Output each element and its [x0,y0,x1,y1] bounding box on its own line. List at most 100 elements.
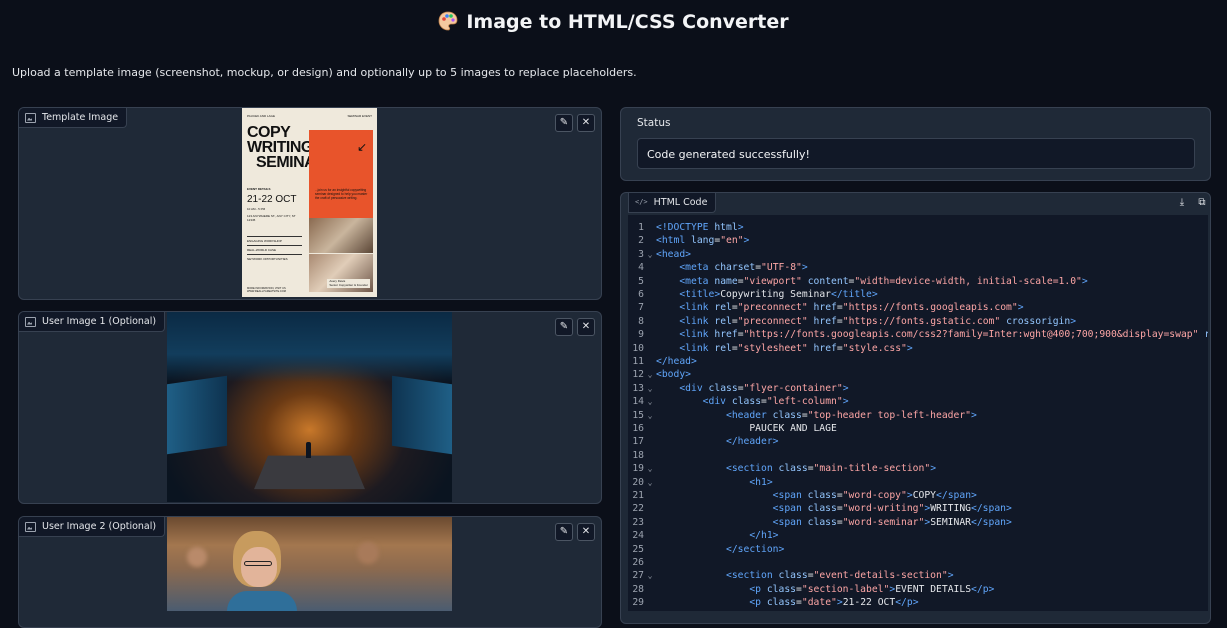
line-number: 20 [632,476,644,488]
poster-tagline: ...join us for an insightful copywriting… [315,188,368,200]
user-image-2-tag: User Image 2 (Optional) [19,517,166,537]
code-line: 27 ⌄ <section class="event-details-sectio… [628,569,1208,582]
code-line: 24 </h1> [628,529,1208,542]
poster-date: 21-22 OCT [247,194,297,205]
poster-photo-audience [309,218,373,253]
code-line: 29 <p class="date">21-22 OCT</p> [628,596,1208,609]
line-number: 13 [632,382,644,394]
code-text: <p class="date">21-22 OCT</p> [749,597,919,609]
image-icon [25,112,36,123]
line-number: 16 [632,423,644,434]
fold-chevron-icon[interactable]: ⌄ [644,368,656,381]
code-tag: </> HTML Code [628,193,717,213]
user-image-2-label: User Image 2 (Optional) [42,521,157,532]
line-number: 12 [632,369,644,381]
line-number: 7 [638,302,644,314]
code-toolbar: ⤓ ⧉ [1174,195,1210,211]
code-text: <meta name="viewport" content="width=dev… [679,275,1088,287]
poster-list: ENGAGING WORKSHOP REAL-WORLD CASE NETWOR… [247,236,302,263]
app-title: Image to HTML/CSS Converter [0,11,1227,33]
code-text: <link rel="preconnect" href="https://fon… [679,315,1077,327]
code-line: 18 [628,449,1208,462]
code-line: 19 ⌄ <section class="main-title-section"> [628,462,1208,475]
code-text: </h1> [749,530,779,542]
line-number: 21 [632,490,644,501]
clear-close-icon[interactable]: ✕ [577,523,595,541]
line-number: 6 [638,289,644,300]
poster-top-right: SEMINAR EVENT [347,114,372,118]
image-toolbar: ✎ ✕ [555,318,595,336]
fold-chevron-icon[interactable]: ⌄ [644,382,656,395]
code-text: <title>Copywriting Seminar</title> [679,289,878,300]
fold-chevron-icon[interactable]: ⌄ [644,395,656,408]
code-line: 28 <p class="section-label">EVENT DETAIL… [628,583,1208,596]
fold-chevron-icon[interactable]: ⌄ [644,569,656,582]
line-number: 18 [632,449,644,461]
code-line: 16 PAUCEK AND LAGE [628,422,1208,435]
code-line: 26 [628,556,1208,569]
line-number: 9 [638,329,644,341]
conference-hall-photo [167,312,452,502]
arrow-icon: ↙ [356,140,367,154]
code-line: 9 <link href="https://fonts.googleapis.c… [628,328,1208,341]
palette-icon [438,11,458,31]
speaker-photo [167,517,452,611]
status-label: Status [637,117,671,129]
code-line: 5 <meta name="viewport" content="width=d… [628,275,1208,288]
code-line: 11 </head> [628,355,1208,368]
line-number: 11 [632,356,644,367]
line-number: 19 [632,463,644,475]
fold-chevron-icon[interactable]: ⌄ [644,248,656,261]
fold-chevron-icon[interactable]: ⌄ [644,476,656,489]
clear-close-icon[interactable]: ✕ [577,114,595,132]
fold-chevron-icon[interactable]: ⌄ [644,409,656,422]
code-text: </section> [726,543,785,555]
line-number: 24 [632,530,644,542]
code-line: 13 ⌄ <div class="flyer-container"> [628,382,1208,395]
instructions-text: Upload a template image (screenshot, moc… [12,66,637,79]
poster-speaker-role: Senior Copywriter & Founder [329,282,368,287]
code-text: PAUCEK AND LAGE [656,423,837,434]
code-text: <head> [656,248,692,260]
code-text: </header> [726,436,779,448]
code-text: <link rel="preconnect" href="https://fon… [679,302,1024,314]
edit-pencil-icon[interactable]: ✎ [555,114,573,132]
edit-pencil-icon[interactable]: ✎ [555,318,573,336]
user-image-1-tag: User Image 1 (Optional) [19,312,166,332]
code-line: 3 ⌄ <head> [628,248,1208,261]
code-text: <span class="word-writing">WRITING</span… [772,503,1012,515]
poster-photo-speaker: Avery Davis Senior Copywriter & Founder [309,254,373,292]
line-number: 4 [638,262,644,274]
status-textbox[interactable]: Code generated successfully! [637,138,1195,169]
line-number: 22 [632,503,644,515]
code-line: 1 <!DOCTYPE html> [628,221,1208,234]
code-text: <h1> [749,476,773,488]
poster-list-item: NETWORK OPPORTUNITIES [247,254,302,263]
poster-address: 123 ANYWHERE ST., ANY CITY, ST 12345 [247,214,296,222]
clear-close-icon[interactable]: ✕ [577,318,595,336]
copy-icon[interactable]: ⧉ [1194,195,1210,211]
fold-chevron-icon[interactable]: ⌄ [644,462,656,475]
code-line: 4 <meta charset="UTF-8"> [628,261,1208,274]
image-toolbar: ✎ ✕ [555,114,595,132]
poster-time: 10 AM - 5 PM [247,207,266,211]
code-text: <link href="https://fonts.googleapis.com… [679,329,1208,341]
code-line: 23 <span class="word-seminar">SEMINAR</s… [628,516,1208,529]
line-number: 5 [638,275,644,287]
line-number: 27 [632,570,644,582]
image-icon [25,521,36,532]
edit-pencil-icon[interactable]: ✎ [555,523,573,541]
code-label: HTML Code [653,197,708,208]
image-toolbar: ✎ ✕ [555,523,595,541]
code-icon: </> [635,198,648,206]
code-line: 17 </header> [628,435,1208,448]
code-text: <span class="word-copy">COPY</span> [772,490,977,501]
code-text: <meta charset="UTF-8"> [679,262,808,274]
line-number: 26 [632,557,644,568]
download-icon[interactable]: ⤓ [1174,195,1190,211]
line-number: 29 [632,597,644,609]
code-editor[interactable]: 1 <!DOCTYPE html> 2 <html lang="en"> 3 ⌄ <head… [628,215,1208,611]
template-image-label: Template Image [42,112,119,123]
code-line: 20 ⌄ <h1> [628,476,1208,489]
code-line: 14 ⌄ <div class="left-column"> [628,395,1208,408]
